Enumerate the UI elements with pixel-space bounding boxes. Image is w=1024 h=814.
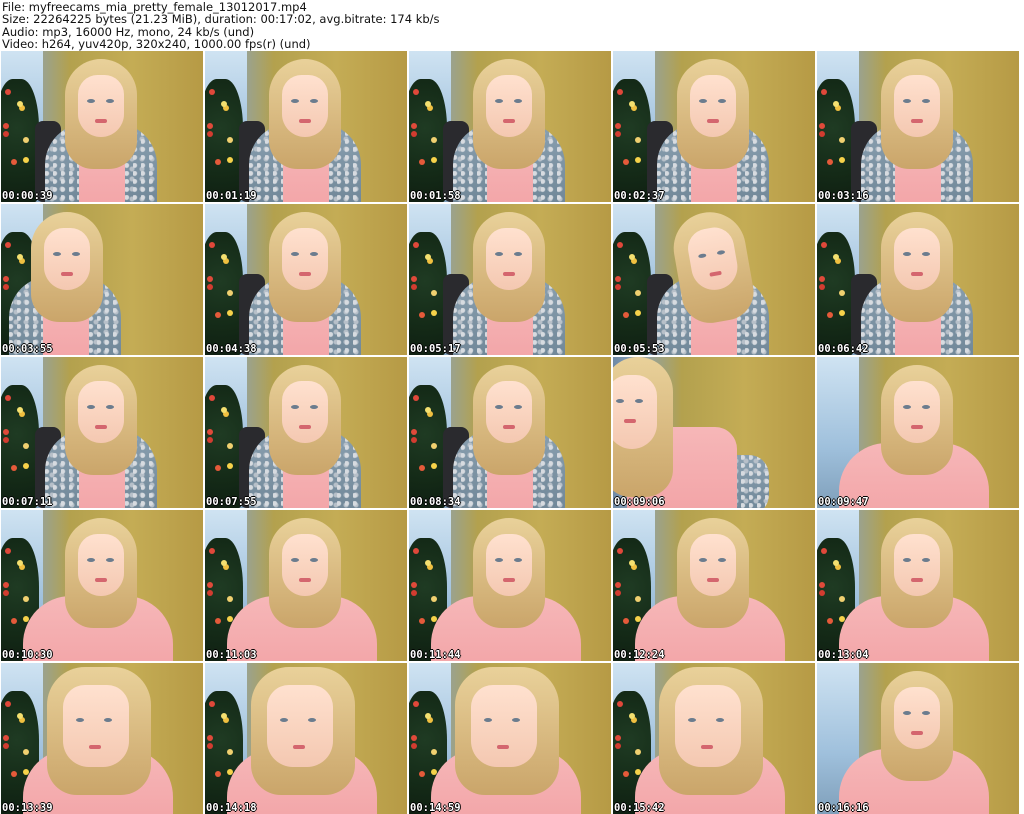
thumbnail-timestamp: 00:00:39 <box>2 190 53 202</box>
thumbnail-timestamp: 00:13:39 <box>2 802 53 814</box>
video-thumbnail: 00:16:16 <box>817 663 1019 814</box>
video-thumbnail: 00:00:39 <box>1 51 203 202</box>
thumbnail-timestamp: 00:14:59 <box>410 802 461 814</box>
video-thumbnail: 00:06:42 <box>817 204 1019 355</box>
thumbnail-timestamp: 00:09:47 <box>818 496 869 508</box>
thumbnail-timestamp: 00:16:16 <box>818 802 869 814</box>
video-thumbnail: 00:05:53 <box>613 204 815 355</box>
video-info-line: Video: h264, yuv420p, 320x240, 1000.00 f… <box>2 36 311 51</box>
video-thumbnail: 00:13:39 <box>1 663 203 814</box>
thumbnail-timestamp: 00:01:58 <box>410 190 461 202</box>
thumbnail-timestamp: 00:09:06 <box>614 496 665 508</box>
thumbnail-grid: 00:00:39 00:01:19 00:01:58 00:02:37 00:0… <box>1 51 1019 814</box>
video-thumbnail: 00:11:44 <box>409 510 611 661</box>
video-thumbnail: 00:02:37 <box>613 51 815 202</box>
video-thumbnail: 00:07:55 <box>205 357 407 508</box>
video-thumbnail: 00:01:19 <box>205 51 407 202</box>
thumbnail-timestamp: 00:13:04 <box>818 649 869 661</box>
video-thumbnail: 00:03:55 <box>1 204 203 355</box>
thumbnail-timestamp: 00:15:42 <box>614 802 665 814</box>
video-thumbnail: 00:10:30 <box>1 510 203 661</box>
thumbnail-timestamp: 00:01:19 <box>206 190 257 202</box>
video-thumbnail: 00:03:16 <box>817 51 1019 202</box>
video-thumbnail: 00:09:06 <box>613 357 815 508</box>
file-info-header: File: myfreecams_mia_pretty_female_13012… <box>0 0 1024 50</box>
thumbnail-timestamp: 00:06:42 <box>818 343 869 355</box>
video-thumbnail: 00:11:03 <box>205 510 407 661</box>
thumbnail-timestamp: 00:07:55 <box>206 496 257 508</box>
video-thumbnail: 00:08:34 <box>409 357 611 508</box>
video-thumbnail: 00:05:17 <box>409 204 611 355</box>
thumbnail-timestamp: 00:04:38 <box>206 343 257 355</box>
video-thumbnail: 00:07:11 <box>1 357 203 508</box>
thumbnail-timestamp: 00:11:44 <box>410 649 461 661</box>
file-size-line: Size: 22264225 bytes (21.23 MiB), durati… <box>2 12 440 27</box>
video-thumbnail: 00:12:24 <box>613 510 815 661</box>
thumbnail-timestamp: 00:08:34 <box>410 496 461 508</box>
video-thumbnail: 00:13:04 <box>817 510 1019 661</box>
thumbnail-timestamp: 00:10:30 <box>2 649 53 661</box>
video-thumbnail: 00:14:59 <box>409 663 611 814</box>
thumbnail-timestamp: 00:12:24 <box>614 649 665 661</box>
thumbnail-timestamp: 00:14:18 <box>206 802 257 814</box>
video-thumbnail: 00:09:47 <box>817 357 1019 508</box>
thumbnail-timestamp: 00:05:17 <box>410 343 461 355</box>
thumbnail-timestamp: 00:03:16 <box>818 190 869 202</box>
video-thumbnail: 00:04:38 <box>205 204 407 355</box>
thumbnail-timestamp: 00:11:03 <box>206 649 257 661</box>
thumbnail-timestamp: 00:03:55 <box>2 343 53 355</box>
video-thumbnail: 00:01:58 <box>409 51 611 202</box>
video-thumbnail: 00:14:18 <box>205 663 407 814</box>
thumbnail-timestamp: 00:07:11 <box>2 496 53 508</box>
thumbnail-timestamp: 00:05:53 <box>614 343 665 355</box>
video-thumbnail: 00:15:42 <box>613 663 815 814</box>
thumbnail-timestamp: 00:02:37 <box>614 190 665 202</box>
